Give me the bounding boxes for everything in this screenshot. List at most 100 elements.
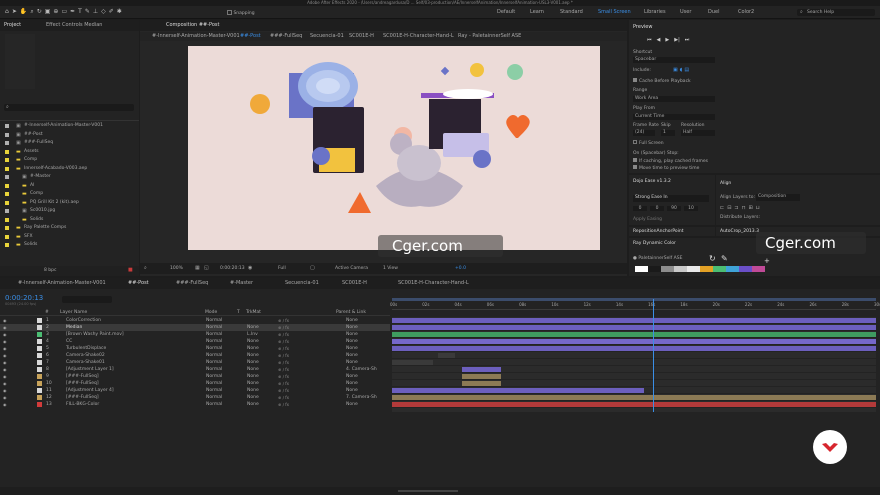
label-color-swatch[interactable]: [5, 132, 9, 137]
layer-parent[interactable]: None: [346, 338, 358, 345]
layer-label-swatch[interactable]: [37, 388, 42, 393]
layer-bar[interactable]: [437, 353, 455, 358]
color-swatch[interactable]: [726, 266, 739, 272]
switches-icon[interactable]: ⊕ ∕ fx: [278, 387, 289, 394]
ease-field-1[interactable]: 0: [633, 206, 647, 211]
visibility-eye-icon[interactable]: ◉: [3, 317, 7, 324]
layer-trkmat[interactable]: None: [247, 345, 259, 352]
layer-parent[interactable]: None: [346, 387, 358, 394]
tl-tab-fullseq[interactable]: ###-FullSeq: [176, 281, 208, 286]
switches-icon[interactable]: ⊕ ∕ fx: [278, 401, 289, 408]
layer-row[interactable]: ◉ 1 ColorCorrection Normal None ⊕ ∕ fx: [0, 317, 390, 324]
layer-mode[interactable]: Normal: [206, 359, 222, 366]
align-right-icon[interactable]: ⊐: [734, 205, 738, 211]
apply-easing-button[interactable]: Apply Easing: [633, 217, 662, 222]
workspace-color2[interactable]: Color2: [738, 10, 754, 15]
tl-tab-secuencia[interactable]: Secuencia-01: [285, 281, 319, 286]
layer-row[interactable]: ◉ 13 FILL-BKG-Color Normal None None ⊕ ∕ fx: [0, 401, 390, 408]
project-item[interactable]: ▣ #-Master: [0, 173, 139, 181]
layer-row[interactable]: ◉ 11 [Adjustment Layer 4] Normal None None ⊕ ∕…: [0, 387, 390, 394]
magnifier-icon[interactable]: ⌕: [144, 265, 147, 271]
label-color-swatch[interactable]: [5, 175, 9, 179]
skip-field[interactable]: 1: [661, 130, 675, 136]
layer-trkmat[interactable]: None: [247, 380, 259, 387]
layer-bar[interactable]: [462, 374, 501, 379]
pencil-icon[interactable]: ✎: [721, 254, 728, 263]
home-icon[interactable]: ⌂: [5, 8, 9, 17]
switches-icon[interactable]: ⊕ ∕ fx: [278, 317, 289, 324]
layer-label-swatch[interactable]: [37, 395, 42, 400]
align-hcenter-icon[interactable]: ⊟: [727, 205, 731, 211]
layer-mode[interactable]: Normal: [206, 401, 222, 408]
layer-trkmat[interactable]: None: [247, 401, 259, 408]
layer-label-swatch[interactable]: [37, 402, 42, 407]
layer-label-swatch[interactable]: [37, 318, 42, 323]
layer-row[interactable]: ◉ 6 Camera-Shake02 Normal None None ⊕ ∕ fx: [0, 352, 390, 359]
ease-field-4[interactable]: 10: [684, 206, 698, 211]
layer-bar[interactable]: [392, 395, 876, 400]
layer-row[interactable]: ◉ 2 Median Normal None None ⊕ ∕ fx: [0, 324, 390, 331]
next-frame-icon[interactable]: ▶|: [674, 37, 680, 43]
resolution-select[interactable]: Full: [278, 266, 286, 271]
switches-icon[interactable]: ⊕ ∕ fx: [278, 359, 289, 366]
zoom-level[interactable]: 100%: [170, 266, 183, 271]
last-frame-icon[interactable]: ⏭: [685, 37, 690, 43]
project-item[interactable]: ▬ Solids: [0, 241, 139, 249]
time-ruler[interactable]: 00s 02s 04s 06s 08s 10s 12s 14s 16s 18s 20s 22s 24s 2…: [390, 298, 880, 310]
trash-icon[interactable]: ■: [128, 267, 133, 273]
overlay-toggle-icon[interactable]: ▤: [684, 67, 689, 74]
project-item[interactable]: ▣ ##-Post: [0, 131, 139, 139]
project-item[interactable]: ▬ Innerself-Acabado-V003.aep: [0, 165, 139, 173]
layer-trkmat[interactable]: None: [247, 394, 259, 401]
switches-icon[interactable]: ⊕ ∕ fx: [278, 394, 289, 401]
workspace-user[interactable]: User: [680, 10, 691, 15]
layer-row[interactable]: ◉ 8 [Adjustment Layer 1] Normal None 4. Camer…: [0, 366, 390, 373]
layer-row[interactable]: ◉ 3 [Brown Washy Paint.mov] Normal L.Inv None…: [0, 331, 390, 338]
tl-tab-hand-l[interactable]: SC001E-H-Character-Hand-L: [398, 281, 469, 286]
layer-bar[interactable]: [392, 325, 876, 330]
visibility-eye-icon[interactable]: ◉: [3, 366, 7, 373]
zoom-tool-icon[interactable]: ⌕: [30, 8, 33, 17]
layer-mode[interactable]: Normal: [206, 345, 222, 352]
pen-tool-icon[interactable]: ✒: [70, 8, 75, 17]
tl-tab-post[interactable]: ##-Post: [128, 281, 149, 286]
layer-label-swatch[interactable]: [37, 374, 42, 379]
subtab-post[interactable]: ##-Post: [240, 34, 261, 39]
color-swatch[interactable]: [700, 266, 713, 272]
project-item[interactable]: ▬ Assets: [0, 148, 139, 156]
add-icon[interactable]: +: [764, 257, 770, 265]
camera-tool-icon[interactable]: ▣: [45, 8, 51, 17]
color-swatch[interactable]: [687, 266, 700, 272]
project-item[interactable]: ▬ Comp: [0, 190, 139, 198]
layer-parent[interactable]: None: [346, 324, 358, 331]
layer-parent[interactable]: None: [346, 345, 358, 352]
layer-row[interactable]: ◉ 10 [###-FullSeq] Normal None None ⊕ ∕ fx: [0, 380, 390, 387]
visibility-eye-icon[interactable]: ◉: [3, 324, 7, 331]
layer-label-swatch[interactable]: [37, 325, 42, 330]
subtab-secuencia[interactable]: Secuencia-01: [310, 34, 344, 39]
layer-parent[interactable]: 7. Camera-Sh: [346, 394, 377, 401]
layer-parent[interactable]: None: [346, 380, 358, 387]
color-swatch[interactable]: [739, 266, 752, 272]
visibility-eye-icon[interactable]: ◉: [3, 373, 7, 380]
visibility-eye-icon[interactable]: ◉: [3, 401, 7, 408]
switches-icon[interactable]: ⊕ ∕ fx: [278, 324, 289, 331]
bpc-label[interactable]: 8 bpc: [44, 268, 56, 273]
layer-trkmat[interactable]: None: [247, 338, 259, 345]
timecode-display[interactable]: 0:00:20:13: [5, 294, 43, 302]
snapshot-icon[interactable]: ◉: [248, 265, 252, 271]
project-item[interactable]: ▬ Solids: [0, 216, 139, 224]
layer-parent[interactable]: None: [346, 373, 358, 380]
layer-parent[interactable]: None: [346, 401, 358, 408]
snapping-toggle[interactable]: Snapping: [227, 10, 255, 16]
project-item[interactable]: ▣ ###-FullSeq: [0, 139, 139, 147]
refresh-icon[interactable]: ↻: [709, 254, 716, 263]
comp-canvas[interactable]: [188, 46, 600, 250]
layer-label-swatch[interactable]: [37, 332, 42, 337]
layer-mode[interactable]: Normal: [206, 317, 222, 324]
ease-select[interactable]: Strong Ease In: [633, 195, 709, 202]
first-frame-icon[interactable]: ⏮: [647, 37, 652, 43]
play-icon[interactable]: ▶: [665, 37, 669, 43]
visibility-eye-icon[interactable]: ◉: [3, 331, 7, 338]
resolution-preview-select[interactable]: Half: [681, 130, 715, 136]
